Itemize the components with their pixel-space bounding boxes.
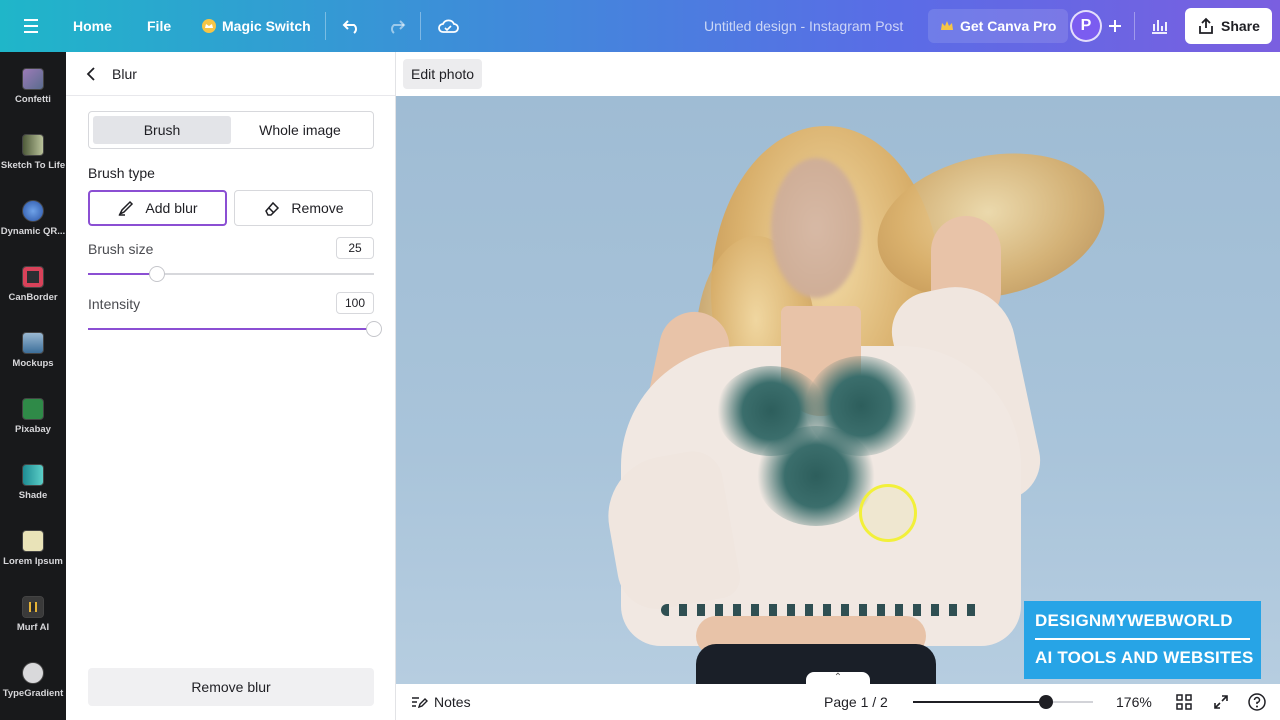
sketch-icon bbox=[22, 134, 44, 156]
apps-rail: Confetti Sketch To Life Dynamic QR... Ca… bbox=[0, 52, 66, 720]
lorem-icon bbox=[22, 530, 44, 552]
watermark: DESIGNMYWEBWORLD AI TOOLS AND WEBSITES bbox=[1024, 601, 1261, 679]
watermark-subtitle: AI TOOLS AND WEBSITES bbox=[1035, 648, 1254, 667]
zoom-level[interactable]: 176% bbox=[1116, 684, 1152, 720]
design-canvas[interactable] bbox=[396, 96, 1280, 684]
brush-cursor bbox=[859, 484, 917, 542]
watermark-divider bbox=[1035, 638, 1250, 640]
cloud-save-icon[interactable] bbox=[437, 0, 459, 52]
tab-whole-image[interactable]: Whole image bbox=[231, 116, 369, 144]
toolbar-divider bbox=[1134, 12, 1135, 40]
notes-button[interactable]: Notes bbox=[410, 684, 471, 720]
eraser-icon bbox=[263, 199, 281, 217]
tab-brush[interactable]: Brush bbox=[93, 116, 231, 144]
murf-icon bbox=[22, 596, 44, 618]
qr-icon bbox=[22, 200, 44, 222]
redo-button[interactable] bbox=[386, 0, 406, 52]
rail-item-shade[interactable]: Shade bbox=[0, 464, 66, 501]
blur-panel: Blur Brush Whole image Brush type Add bl… bbox=[66, 52, 396, 720]
blurred-face bbox=[771, 158, 861, 298]
intensity-label: Intensity bbox=[88, 296, 141, 312]
edit-photo-button[interactable]: Edit photo bbox=[403, 59, 483, 89]
zoom-slider-handle[interactable] bbox=[1039, 695, 1054, 709]
intensity-input[interactable]: 100 bbox=[336, 292, 374, 314]
intensity-slider[interactable] bbox=[88, 321, 382, 337]
brush-icon bbox=[117, 199, 135, 217]
context-toolbar: Edit photo bbox=[396, 52, 1280, 96]
typegradient-icon bbox=[22, 662, 44, 684]
rail-item-pixabay[interactable]: Pixabay bbox=[0, 398, 66, 435]
bottom-bar: ⌃ Notes Page 1 / 2 176% bbox=[396, 672, 1280, 720]
add-collaborator-button[interactable] bbox=[1108, 0, 1122, 52]
intensity-slider-handle[interactable] bbox=[366, 321, 382, 337]
add-blur-button[interactable]: Add blur bbox=[88, 190, 227, 226]
crown-icon bbox=[940, 20, 954, 32]
page-indicator[interactable]: Page 1 / 2 bbox=[824, 684, 888, 720]
blur-mode-toggle: Brush Whole image bbox=[88, 111, 374, 149]
rail-item-sketch-to-life[interactable]: Sketch To Life bbox=[0, 134, 66, 171]
pixabay-icon bbox=[22, 398, 44, 420]
share-button[interactable]: Share bbox=[1185, 8, 1272, 44]
rail-item-typegradient[interactable]: TypeGradient bbox=[0, 662, 66, 699]
brush-type-label: Brush type bbox=[88, 165, 155, 181]
confetti-icon bbox=[22, 68, 44, 90]
watermark-title: DESIGNMYWEBWORLD bbox=[1035, 611, 1233, 630]
crown-icon bbox=[202, 19, 216, 33]
fullscreen-icon[interactable] bbox=[1213, 684, 1229, 720]
avatar[interactable]: P bbox=[1070, 0, 1102, 52]
notes-icon bbox=[410, 694, 428, 710]
analytics-icon[interactable] bbox=[1150, 0, 1168, 52]
mockups-icon bbox=[22, 332, 44, 354]
intensity-slider-fill bbox=[88, 328, 374, 330]
panel-header: Blur bbox=[66, 52, 395, 96]
rail-item-canborder[interactable]: CanBorder bbox=[0, 266, 66, 303]
photo-trim bbox=[661, 604, 981, 616]
brush-size-input[interactable]: 25 bbox=[336, 237, 374, 259]
zoom-slider-fill bbox=[913, 701, 1047, 703]
remove-brush-button[interactable]: Remove bbox=[234, 190, 373, 226]
design-title[interactable]: Untitled design - Instagram Post bbox=[704, 0, 903, 52]
rail-item-dynamic-qr[interactable]: Dynamic QR... bbox=[0, 200, 66, 237]
border-icon bbox=[22, 266, 44, 288]
top-toolbar: Home File Magic Switch Untitled design -… bbox=[0, 0, 1280, 52]
photo-embroidery bbox=[756, 426, 876, 526]
brush-size-slider[interactable] bbox=[88, 266, 374, 282]
shade-icon bbox=[22, 464, 44, 486]
home-button[interactable]: Home bbox=[73, 0, 112, 52]
grid-view-icon[interactable] bbox=[1176, 684, 1192, 720]
rail-item-lorem-ipsum[interactable]: Lorem Ipsum bbox=[0, 530, 66, 567]
toolbar-divider bbox=[325, 12, 326, 40]
brush-size-label: Brush size bbox=[88, 241, 154, 257]
remove-blur-button[interactable]: Remove blur bbox=[88, 668, 374, 706]
help-icon[interactable] bbox=[1248, 684, 1266, 720]
rail-item-mockups[interactable]: Mockups bbox=[0, 332, 66, 369]
file-menu-button[interactable]: File bbox=[147, 0, 171, 52]
rail-item-murf-ai[interactable]: Murf AI bbox=[0, 596, 66, 633]
get-canva-pro-button[interactable]: Get Canva Pro bbox=[928, 9, 1069, 43]
panel-title: Blur bbox=[112, 65, 137, 82]
undo-button[interactable] bbox=[342, 0, 362, 52]
zoom-slider[interactable] bbox=[913, 695, 1093, 709]
magic-switch-button[interactable]: Magic Switch bbox=[202, 0, 311, 52]
brush-size-slider-fill bbox=[88, 273, 157, 275]
toolbar-divider bbox=[420, 12, 421, 40]
back-arrow-icon[interactable] bbox=[86, 66, 96, 81]
brush-size-slider-handle[interactable] bbox=[148, 266, 165, 282]
share-icon bbox=[1197, 17, 1215, 35]
menu-icon[interactable] bbox=[24, 0, 42, 52]
rail-item-confetti[interactable]: Confetti bbox=[0, 68, 66, 105]
